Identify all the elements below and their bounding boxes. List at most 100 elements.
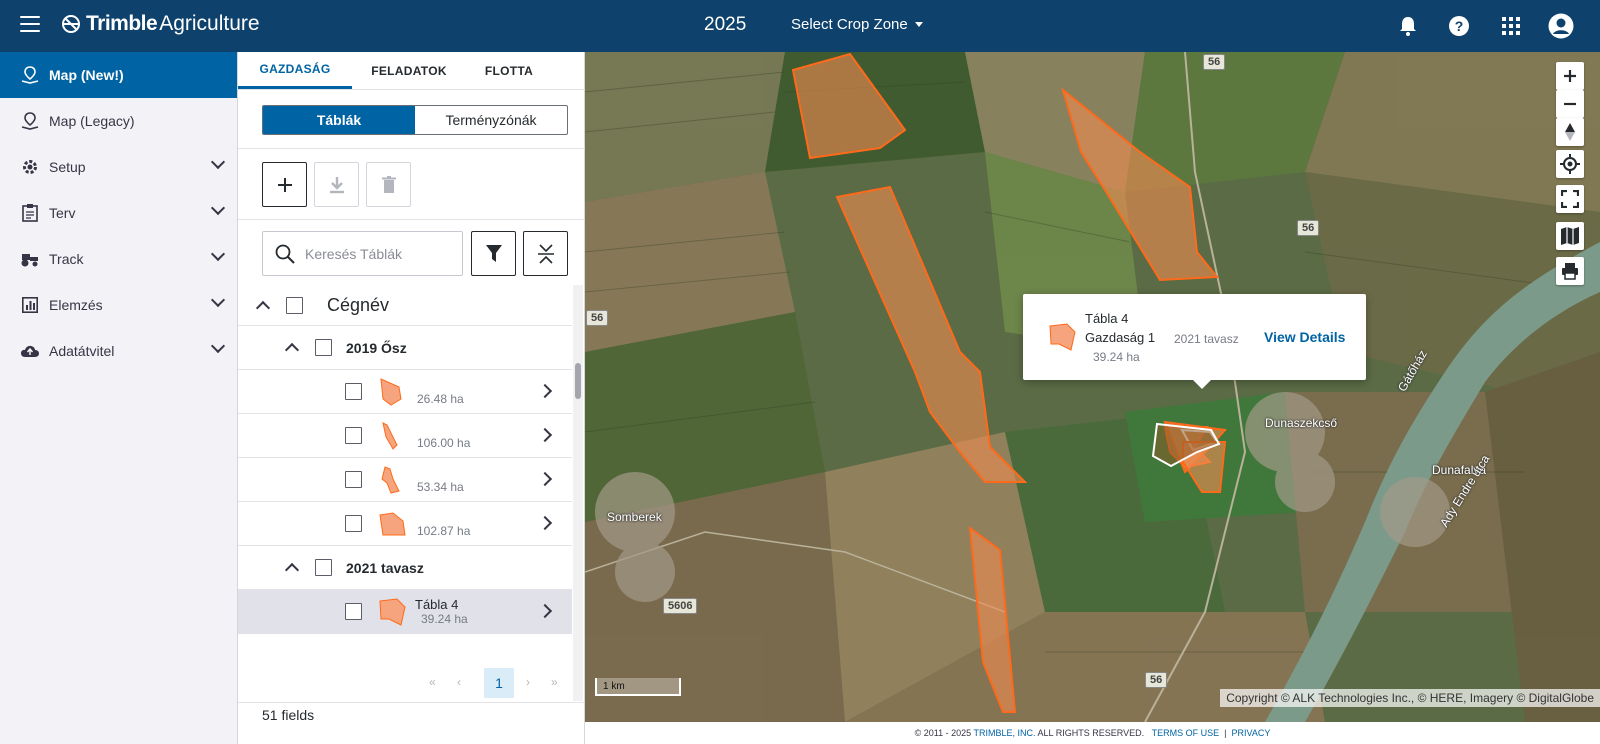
field-checkbox[interactable] — [345, 471, 362, 488]
nav-map-legacy[interactable]: Map (Legacy) — [0, 98, 237, 144]
app-grid-icon[interactable] — [1498, 13, 1524, 39]
list-scrollbar[interactable] — [573, 285, 583, 701]
fullscreen-icon — [1561, 190, 1579, 208]
map-copyright: Copyright © ALK Technologies Inc., © HER… — [1220, 689, 1600, 707]
group-checkbox[interactable] — [315, 339, 332, 356]
chevron-down-icon[interactable] — [210, 200, 226, 216]
field-row-selected[interactable]: Tábla 4 39.24 ha — [238, 590, 572, 634]
group-checkbox[interactable] — [315, 559, 332, 576]
product-name: Agriculture — [159, 12, 260, 35]
nav-terv[interactable]: Terv — [0, 190, 237, 236]
chevron-right-icon[interactable] — [537, 383, 553, 399]
field-area: 53.34 ha — [417, 479, 464, 494]
zoom-out-button[interactable] — [1556, 90, 1584, 118]
field-name: Tábla 4 — [415, 597, 459, 612]
user-avatar-icon[interactable] — [1548, 13, 1574, 39]
trash-icon — [381, 175, 396, 193]
app-logo: Trimble Agriculture — [60, 12, 260, 36]
tab-gazdasag[interactable]: GAZDASÁG — [238, 52, 352, 89]
map-pin-icon — [20, 65, 40, 85]
tractor-icon — [20, 249, 40, 269]
next-page-button[interactable]: › — [526, 675, 530, 689]
chevron-down-icon[interactable] — [210, 154, 226, 170]
chevron-right-icon[interactable] — [537, 427, 553, 443]
tab-feladatok[interactable]: FELADATOK — [352, 52, 466, 89]
nav-setup[interactable]: Setup — [0, 144, 237, 190]
terms-link[interactable]: TERMS OF USE — [1152, 728, 1220, 738]
nav-label: Adatátvitel — [49, 343, 115, 359]
scrollbar-thumb[interactable] — [575, 363, 581, 399]
page-footer: © 2011 - 2025 TRIMBLE, INC. ALL RIGHTS R… — [585, 722, 1600, 744]
map-layers-button[interactable] — [1556, 222, 1584, 250]
segment-tablak[interactable]: Táblák — [263, 106, 415, 134]
map-scale: 1 km — [595, 678, 681, 696]
notification-bell-icon[interactable] — [1395, 13, 1421, 39]
top-bar: Trimble Agriculture 2025 Select Crop Zon… — [0, 0, 1600, 52]
season-label: 2019 Ősz — [346, 339, 407, 356]
caret-down-icon — [914, 22, 923, 27]
chevron-down-icon[interactable] — [210, 292, 226, 308]
chevron-right-icon[interactable] — [537, 471, 553, 487]
privacy-link[interactable]: PRIVACY — [1232, 728, 1271, 738]
field-row[interactable]: 26.48 ha — [238, 370, 572, 414]
field-row[interactable]: 102.87 ha — [238, 502, 572, 546]
field-checkbox[interactable] — [345, 603, 362, 620]
field-list: Cégnév 2019 Ősz 26.48 ha 106.00 ha 53.34… — [238, 285, 572, 701]
compass-button[interactable] — [1556, 118, 1584, 146]
field-checkbox[interactable] — [345, 515, 362, 532]
chevron-down-icon[interactable] — [210, 246, 226, 262]
tab-flotta[interactable]: FLOTTA — [466, 52, 552, 89]
road-shield: 56 — [1145, 672, 1168, 688]
filter-button[interactable] — [471, 231, 516, 276]
chevron-up-icon[interactable] — [284, 562, 300, 578]
printer-icon — [1562, 263, 1578, 280]
fullscreen-button[interactable] — [1556, 185, 1584, 213]
popup-farm-name: Gazdaság 1 — [1085, 330, 1156, 345]
add-field-button[interactable] — [262, 162, 307, 207]
season-year[interactable]: 2025 — [704, 14, 746, 36]
nav-label: Setup — [49, 159, 86, 175]
chevron-down-icon[interactable] — [210, 338, 226, 354]
last-page-button[interactable]: » — [551, 675, 558, 689]
zoom-in-button[interactable] — [1556, 62, 1584, 90]
menu-icon[interactable] — [20, 16, 40, 34]
delete-button[interactable] — [366, 162, 411, 207]
chart-icon — [20, 295, 40, 315]
nav-map-new[interactable]: Map (New!) — [0, 52, 237, 98]
nav-adatatvitel[interactable]: Adatátvitel — [0, 328, 237, 374]
nav-track[interactable]: Track — [0, 236, 237, 282]
field-shape-icon — [381, 465, 400, 494]
field-shape-icon — [1049, 323, 1076, 351]
locate-button[interactable] — [1556, 150, 1584, 178]
chevron-right-icon[interactable] — [537, 515, 553, 531]
road-shield: 56 — [586, 310, 609, 326]
divider — [238, 148, 585, 149]
map-view[interactable]: Somberek Dunaszekcső Dunafalva Ady Endre… — [585, 52, 1600, 722]
field-checkbox[interactable] — [345, 427, 362, 444]
view-details-link[interactable]: View Details — [1264, 329, 1345, 345]
field-row[interactable]: 53.34 ha — [238, 458, 572, 502]
search-input[interactable] — [305, 245, 455, 262]
segment-termenyzonak[interactable]: Terményzónák — [415, 106, 567, 134]
crop-zone-label: Select Crop Zone — [791, 16, 908, 33]
field-checkbox[interactable] — [345, 383, 362, 400]
current-page[interactable]: 1 — [484, 668, 514, 698]
chevron-up-icon[interactable] — [255, 300, 271, 315]
root-group-row: Cégnév — [238, 285, 572, 326]
nav-elemzes[interactable]: Elemzés — [0, 282, 237, 328]
nav-label: Track — [49, 251, 84, 267]
season-group-row: 2019 Ősz — [238, 326, 572, 370]
print-button[interactable] — [1556, 257, 1584, 285]
help-icon[interactable]: ? — [1446, 13, 1472, 39]
prev-page-button[interactable]: ‹ — [457, 675, 461, 689]
chevron-right-icon[interactable] — [537, 603, 553, 619]
collapse-all-button[interactable] — [523, 231, 568, 276]
road-shield: 5606 — [663, 598, 698, 614]
field-row[interactable]: 106.00 ha — [238, 414, 572, 458]
group-checkbox[interactable] — [286, 296, 303, 314]
chevron-up-icon[interactable] — [284, 342, 300, 358]
download-button[interactable] — [314, 162, 359, 207]
trimble-link[interactable]: TRIMBLE, INC. — [974, 728, 1036, 738]
crop-zone-selector[interactable]: Select Crop Zone — [791, 16, 923, 33]
first-page-button[interactable]: « — [429, 675, 436, 689]
